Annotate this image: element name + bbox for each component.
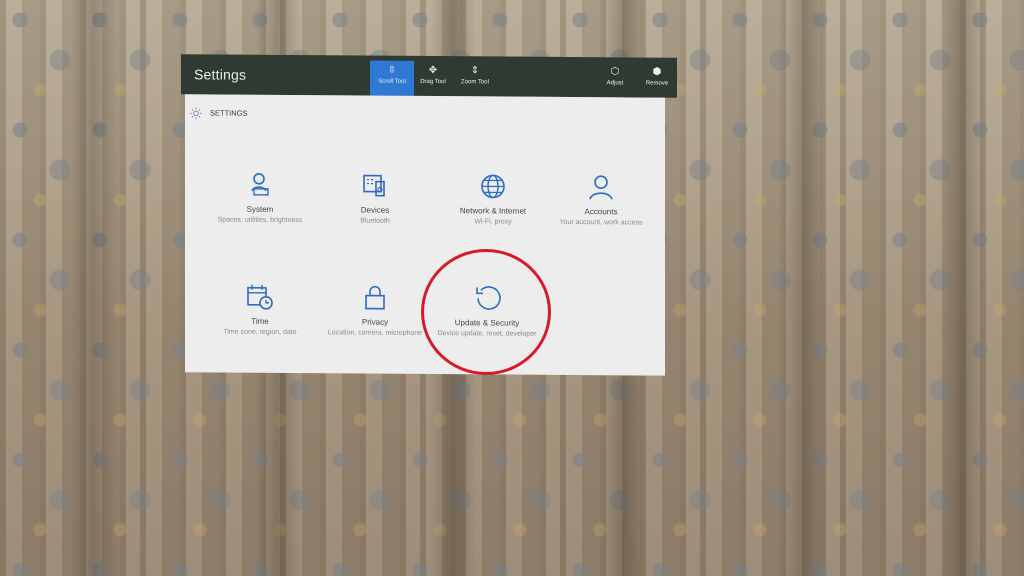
window-title: Settings (194, 66, 247, 83)
cube-icon: ⬡ (610, 66, 620, 78)
calendar-clock-icon (247, 284, 273, 310)
curtain-fold (70, 0, 116, 576)
zoom-tool-label: Zoom Tool (461, 79, 489, 86)
scroll-tool-label: Scroll Tool (378, 78, 406, 85)
lock-icon (365, 285, 385, 310)
tile-desc: Time zone, region, date (223, 328, 297, 337)
devices-icon (363, 174, 385, 197)
settings-header-label: SETTINGS (210, 108, 248, 118)
cube-remove-icon: ⬢ (652, 66, 662, 78)
tile-devices[interactable]: Devices Bluetooth (325, 171, 425, 227)
tile-desc: Your account, work access (559, 218, 643, 227)
tile-name: Network & Internet (459, 206, 527, 216)
globe-icon (481, 174, 505, 199)
tile-name: Privacy (361, 317, 389, 327)
drag-tool-label: Drag Tool (420, 78, 446, 86)
tile-name: Accounts (584, 207, 618, 217)
tile-network[interactable]: Network & Internet Wi-Fi, proxy (443, 172, 543, 228)
curtain-fold (940, 0, 986, 576)
tile-name: System (246, 204, 274, 214)
drag-tool-button[interactable]: ✥ Drag Tool (411, 61, 455, 96)
tile-desc: Spaces, utilities, brightness (217, 216, 303, 225)
adjust-label: Adjust (606, 80, 624, 87)
adjust-button[interactable]: ⬡ Adjust (595, 62, 635, 97)
laptop-person-icon (251, 173, 269, 196)
tile-desc: Bluetooth (360, 217, 390, 225)
red-highlight-circle (421, 249, 551, 375)
tile-name: Time (251, 316, 269, 326)
tile-accounts[interactable]: Accounts Your account, work access (551, 173, 651, 229)
person-icon (589, 175, 613, 200)
tile-name: Devices (360, 205, 390, 215)
gear-icon (190, 107, 202, 120)
remove-button[interactable]: ⬢ Remove (637, 62, 677, 97)
tile-time[interactable]: Time Time zone, region, date (210, 282, 310, 338)
scroll-tool-button[interactable]: ⇳ Scroll Tool (370, 60, 414, 96)
tile-desc: Location, camera, microphone (327, 329, 423, 337)
tile-system[interactable]: System Spaces, utilities, brightness (210, 170, 310, 226)
move-icon: ✥ (428, 64, 438, 77)
zoom-tool-button[interactable]: ⇕ Zoom Tool (453, 61, 497, 96)
scroll-icon: ⇳ (387, 64, 397, 76)
tile-privacy[interactable]: Privacy Location, camera, microphone (325, 283, 425, 339)
curtain-fold (780, 0, 826, 576)
window-titlebar[interactable]: Settings ⇳ Scroll Tool ✥ Drag Tool ⇕ Zoo… (181, 54, 677, 98)
tile-desc: Wi-Fi, proxy (474, 218, 512, 226)
remove-label: Remove (645, 80, 669, 87)
zoom-icon: ⇕ (470, 65, 480, 77)
